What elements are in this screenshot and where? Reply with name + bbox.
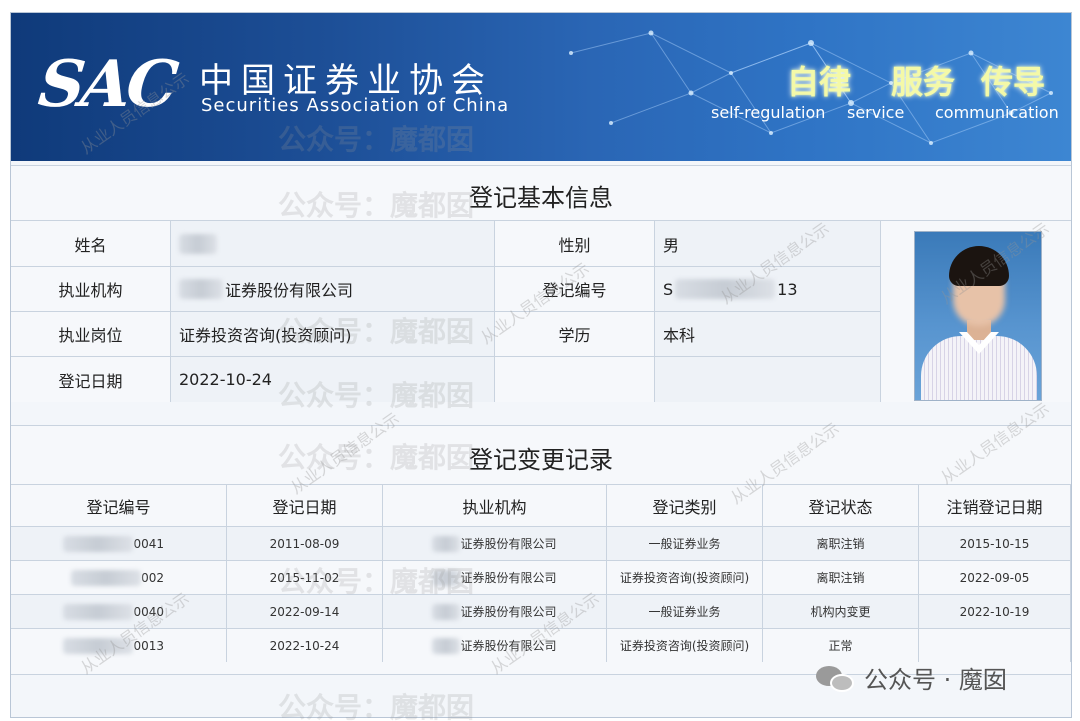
footer-watermark-text: 公众号 · 魔囡 bbox=[864, 666, 1007, 694]
table-cell-category: 一般证券业务 bbox=[607, 594, 763, 628]
regno-text: 0041 bbox=[133, 536, 164, 551]
date-label: 登记日期 bbox=[11, 356, 171, 402]
org-value: 证券股份有限公司 bbox=[171, 266, 495, 311]
id-photo bbox=[914, 231, 1042, 401]
sac-logo: SAC bbox=[35, 47, 178, 122]
motto-service: 服务 bbox=[891, 63, 956, 101]
photo-cell bbox=[881, 220, 1071, 402]
motto-en-communication: communication bbox=[935, 103, 1059, 122]
table-cell-category: 证券投资咨询(投资顾问) bbox=[607, 628, 763, 662]
col-header-org: 执业机构 bbox=[383, 484, 607, 526]
table-cell-date: 2011-08-09 bbox=[227, 526, 383, 560]
col-header-status: 登记状态 bbox=[763, 484, 919, 526]
name-label: 姓名 bbox=[11, 220, 171, 266]
table-cell-status: 离职注销 bbox=[763, 526, 919, 560]
col-header-date: 登记日期 bbox=[227, 484, 383, 526]
table-cell-cancel-date: 2022-10-19 bbox=[919, 594, 1071, 628]
table-cell-org: 证券股份有限公司 bbox=[383, 628, 607, 662]
empty-label bbox=[495, 356, 655, 402]
org-text: 证券股份有限公司 bbox=[460, 537, 557, 551]
org-text: 证券股份有限公司 bbox=[460, 605, 557, 619]
org-text: 证券股份有限公司 bbox=[460, 639, 557, 653]
org-redacted bbox=[432, 569, 461, 586]
motto-self-regulation: 自律 bbox=[787, 63, 852, 101]
org-label: 执业机构 bbox=[11, 266, 171, 311]
regno-suffix: 13 bbox=[777, 279, 798, 299]
table-cell-category: 一般证券业务 bbox=[607, 526, 763, 560]
table-cell-status: 离职注销 bbox=[763, 560, 919, 594]
basic-info-section: 登记基本信息 姓名 性别 男 执业机构 证券股份有限公司 登记编号 S 13 执… bbox=[11, 165, 1071, 402]
table-cell-regno: 0013 bbox=[11, 628, 227, 662]
motto-communication: 传导 bbox=[981, 63, 1046, 101]
wechat-icon bbox=[816, 664, 856, 692]
section-title-changes: 登记变更记录 bbox=[469, 446, 613, 474]
table-cell-cancel-date: 2015-10-15 bbox=[919, 526, 1071, 560]
table-cell-cancel-date bbox=[919, 628, 1071, 662]
org-redacted bbox=[432, 637, 461, 654]
date-value: 2022-10-24 bbox=[171, 356, 495, 402]
regno-text: 0013 bbox=[133, 638, 164, 653]
regno-text: 0040 bbox=[133, 604, 164, 619]
regno-redacted bbox=[71, 569, 142, 586]
org-redacted bbox=[432, 603, 461, 620]
table-cell-category: 证券投资咨询(投资顾问) bbox=[607, 560, 763, 594]
table-cell-status: 正常 bbox=[763, 628, 919, 662]
org-name-en: Securities Association of China bbox=[201, 95, 510, 116]
table-cell-org: 证券股份有限公司 bbox=[383, 526, 607, 560]
regno-text: 002 bbox=[141, 570, 164, 585]
regno-label: 登记编号 bbox=[495, 266, 655, 311]
gender-value: 男 bbox=[655, 220, 881, 266]
footer-watermark: 公众号 · 魔囡 bbox=[816, 660, 1007, 695]
edu-label: 学历 bbox=[495, 311, 655, 356]
section-title-basic: 登记基本信息 bbox=[469, 184, 613, 212]
col-header-category: 登记类别 bbox=[607, 484, 763, 526]
table-cell-date: 2015-11-02 bbox=[227, 560, 383, 594]
table-cell-date: 2022-09-14 bbox=[227, 594, 383, 628]
position-label: 执业岗位 bbox=[11, 311, 171, 356]
regno-value: S 13 bbox=[655, 266, 881, 311]
empty-value bbox=[655, 356, 881, 402]
page-frame: SAC 中国证券业协会 Securities Association of Ch… bbox=[10, 12, 1072, 718]
col-header-regno: 登记编号 bbox=[11, 484, 227, 526]
position-value: 证券投资咨询(投资顾问) bbox=[171, 311, 495, 356]
change-records-section: 登记变更记录 登记编号 登记日期 执业机构 登记类别 登记状态 注销登记日期 0… bbox=[11, 425, 1071, 675]
org-redacted bbox=[179, 279, 223, 299]
name-redacted bbox=[179, 233, 217, 254]
col-header-cancel-date: 注销登记日期 bbox=[919, 484, 1071, 526]
motto-en-self-regulation: self-regulation bbox=[711, 103, 826, 122]
table-cell-org: 证券股份有限公司 bbox=[383, 594, 607, 628]
motto-en-service: service bbox=[847, 103, 905, 122]
org-text: 证券股份有限公司 bbox=[225, 281, 354, 300]
table-cell-regno: 0041 bbox=[11, 526, 227, 560]
name-value bbox=[171, 220, 495, 266]
gender-label: 性别 bbox=[495, 220, 655, 266]
table-cell-cancel-date: 2022-09-05 bbox=[919, 560, 1071, 594]
regno-redacted bbox=[675, 279, 776, 299]
table-cell-regno: 0040 bbox=[11, 594, 227, 628]
org-text: 证券股份有限公司 bbox=[460, 571, 557, 585]
edu-value: 本科 bbox=[655, 311, 881, 356]
regno-prefix: S bbox=[663, 279, 674, 299]
regno-redacted bbox=[63, 603, 134, 620]
regno-redacted bbox=[63, 637, 134, 654]
table-cell-org: 证券股份有限公司 bbox=[383, 560, 607, 594]
org-redacted bbox=[432, 535, 461, 552]
header-banner: SAC 中国证券业协会 Securities Association of Ch… bbox=[11, 13, 1071, 161]
regno-redacted bbox=[63, 535, 134, 552]
table-cell-status: 机构内变更 bbox=[763, 594, 919, 628]
table-cell-regno: 002 bbox=[11, 560, 227, 594]
table-cell-date: 2022-10-24 bbox=[227, 628, 383, 662]
